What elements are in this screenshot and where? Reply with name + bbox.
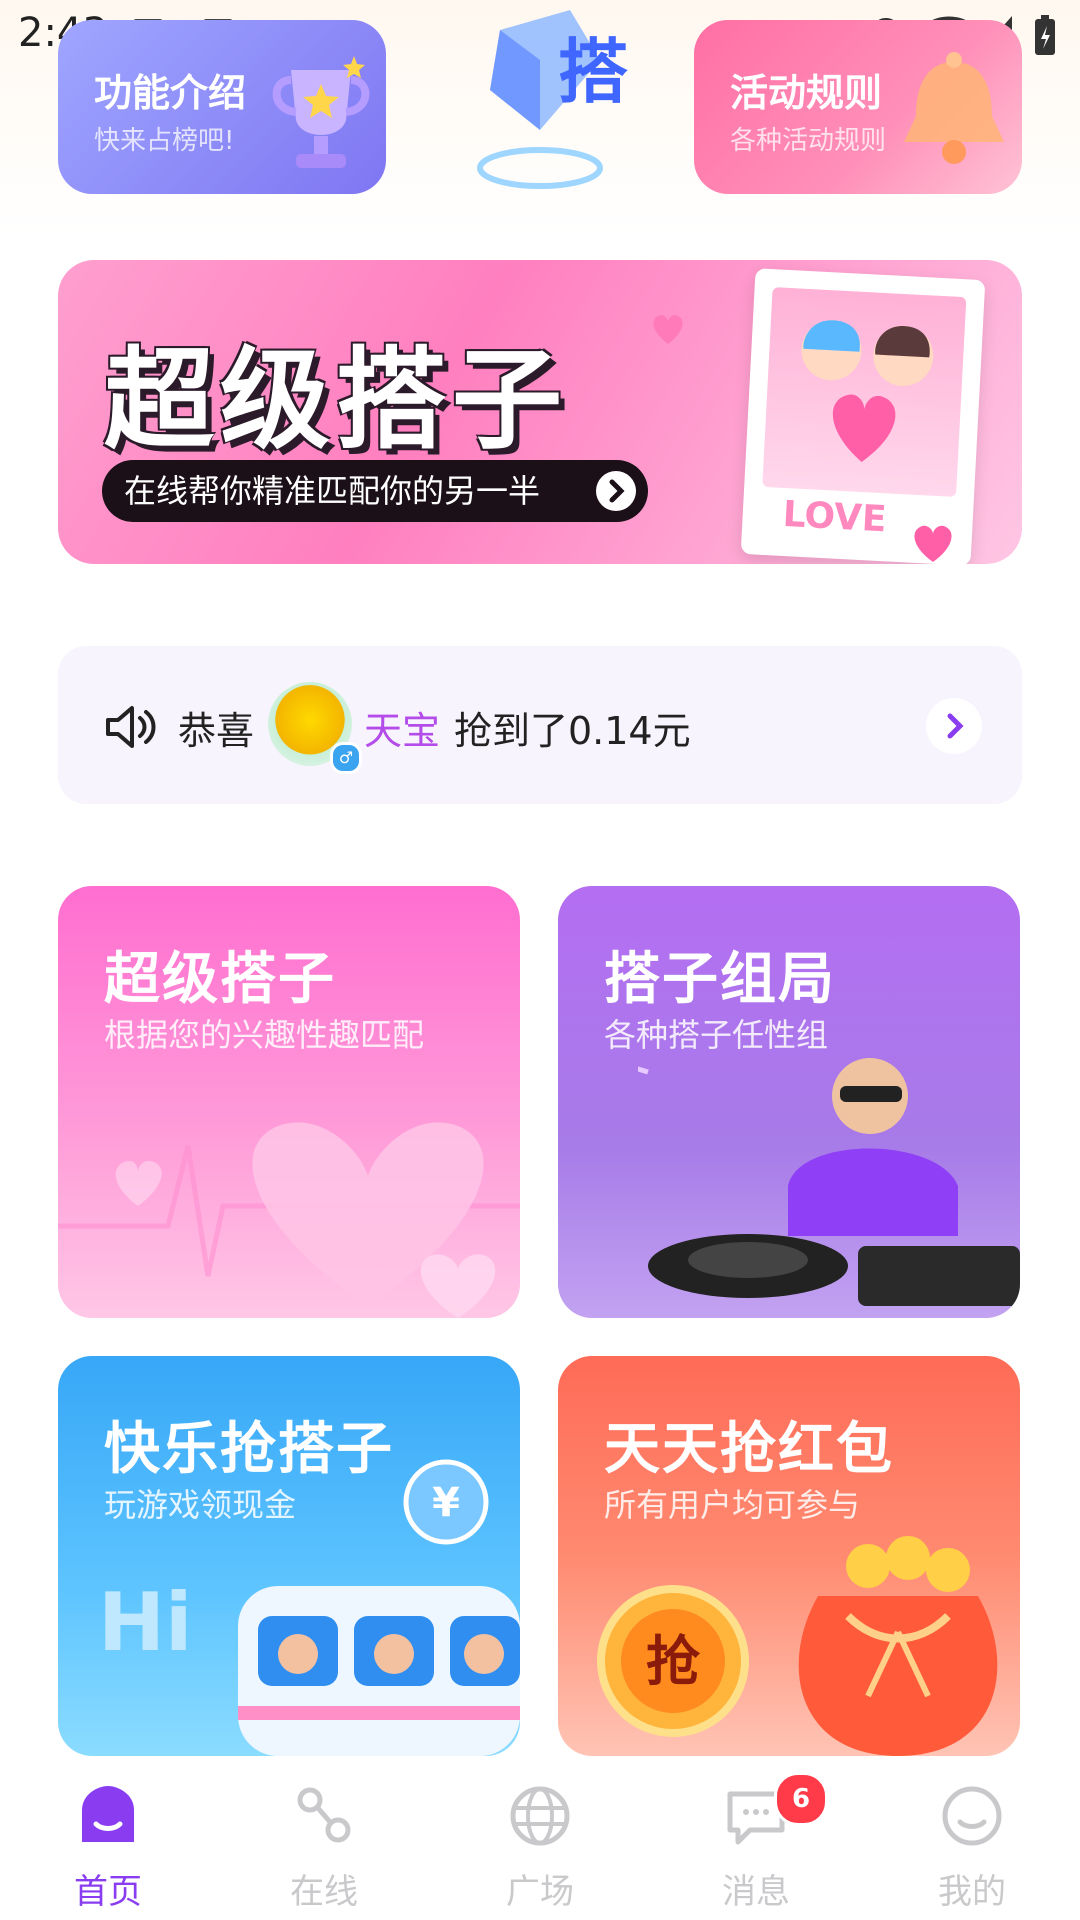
grab-glyph: 抢 [646,1630,701,1693]
activity-rules-subtitle: 各种活动规则 [730,126,887,156]
tab-online[interactable]: 在线 [216,1758,432,1920]
couple-illustration [762,287,967,497]
bottom-tab-bar: 首页 在线 广场 6 消息 我的 [0,1758,1080,1920]
tab-home[interactable]: 首页 [0,1758,216,1920]
speaker-icon [106,706,156,748]
unread-badge: 6 [774,1772,828,1826]
winner-notice-bar[interactable]: 恭喜 ♂ 天宝 抢到了0.14元 [58,646,1022,804]
online-icon [297,1787,351,1843]
globe-icon [510,1786,570,1846]
photo-caption: LOVE [781,493,888,541]
red-packet-tile[interactable]: 天天抢红包 所有用户均可参与 抢 [558,1356,1020,1756]
hi-decoration: Hi [98,1576,193,1669]
feature-intro-card[interactable]: 功能介绍 快来占榜吧! [58,20,386,194]
activity-rules-title: 活动规则 [730,71,883,115]
tab-label: 我的 [938,1872,1006,1912]
logo-glyph: 搭 [558,31,628,113]
small-heart-icon [914,525,952,562]
app-logo: 搭 [430,0,650,200]
tab-label: 首页 [74,1872,142,1912]
happy-grab-tile[interactable]: 快乐抢搭子 玩游戏领现金 ¥ Hi [58,1356,520,1756]
coin-symbol: ¥ [432,1480,460,1526]
tab-label: 广场 [506,1872,574,1912]
chevron-right-icon[interactable] [926,698,982,754]
male-icon: ♂ [330,742,362,774]
tile-title: 快乐抢搭子 [104,1417,394,1482]
activity-rules-card[interactable]: 活动规则 各种活动规则 [694,20,1022,194]
group-meetup-tile[interactable]: 搭子组局 各种搭子任性组 [558,886,1020,1318]
bus-icon [238,1586,520,1756]
super-partner-tile[interactable]: 超级搭子 根据您的兴趣性趣匹配 [58,886,520,1318]
small-heart-icon [653,315,683,344]
battery-icon [1035,15,1055,55]
tab-label: 在线 [290,1872,358,1912]
coin-icon: ¥ [403,1459,489,1545]
home-icon [82,1786,134,1842]
banner-tagline: 在线帮你精准匹配你的另一半 [124,472,541,510]
heart-icon [801,320,934,462]
grab-coin-icon: 抢 [597,1585,749,1737]
dj-icon [638,1058,1020,1306]
notice-prefix: 恭喜 [178,709,255,753]
lucky-bag-icon [798,1536,998,1756]
cube-logo-icon: 搭 [477,10,628,189]
tile-subtitle: 玩游戏领现金 [104,1486,297,1524]
notice-message: 抢到了0.14元 [454,709,691,753]
banner-match-button[interactable]: 在线帮你精准匹配你的另一半 [102,460,648,522]
banner-title: 超级搭子 [104,336,568,464]
super-partner-banner[interactable]: 超级搭子 在线帮你精准匹配你的另一半 LOVE [58,260,1022,564]
tile-title: 超级搭子 [104,947,336,1012]
feature-intro-title: 功能介绍 [94,71,247,115]
tab-label: 消息 [722,1872,790,1912]
tile-title: 搭子组局 [604,947,836,1012]
tile-subtitle: 所有用户均可参与 [604,1486,861,1524]
tile-title: 天天抢红包 [604,1417,894,1482]
heart-icon [58,1122,520,1318]
bell-icon [904,52,1004,164]
tab-messages[interactable]: 6 消息 [648,1758,864,1920]
notice-username[interactable]: 天宝 [364,700,440,755]
trophy-icon [272,56,370,168]
chevron-right-icon [596,471,636,511]
feature-intro-subtitle: 快来占榜吧! [94,126,235,156]
tab-profile[interactable]: 我的 [864,1758,1080,1920]
profile-icon [942,1786,1002,1846]
tile-subtitle: 根据您的兴趣性趣匹配 [104,1016,425,1054]
tab-plaza[interactable]: 广场 [432,1758,648,1920]
